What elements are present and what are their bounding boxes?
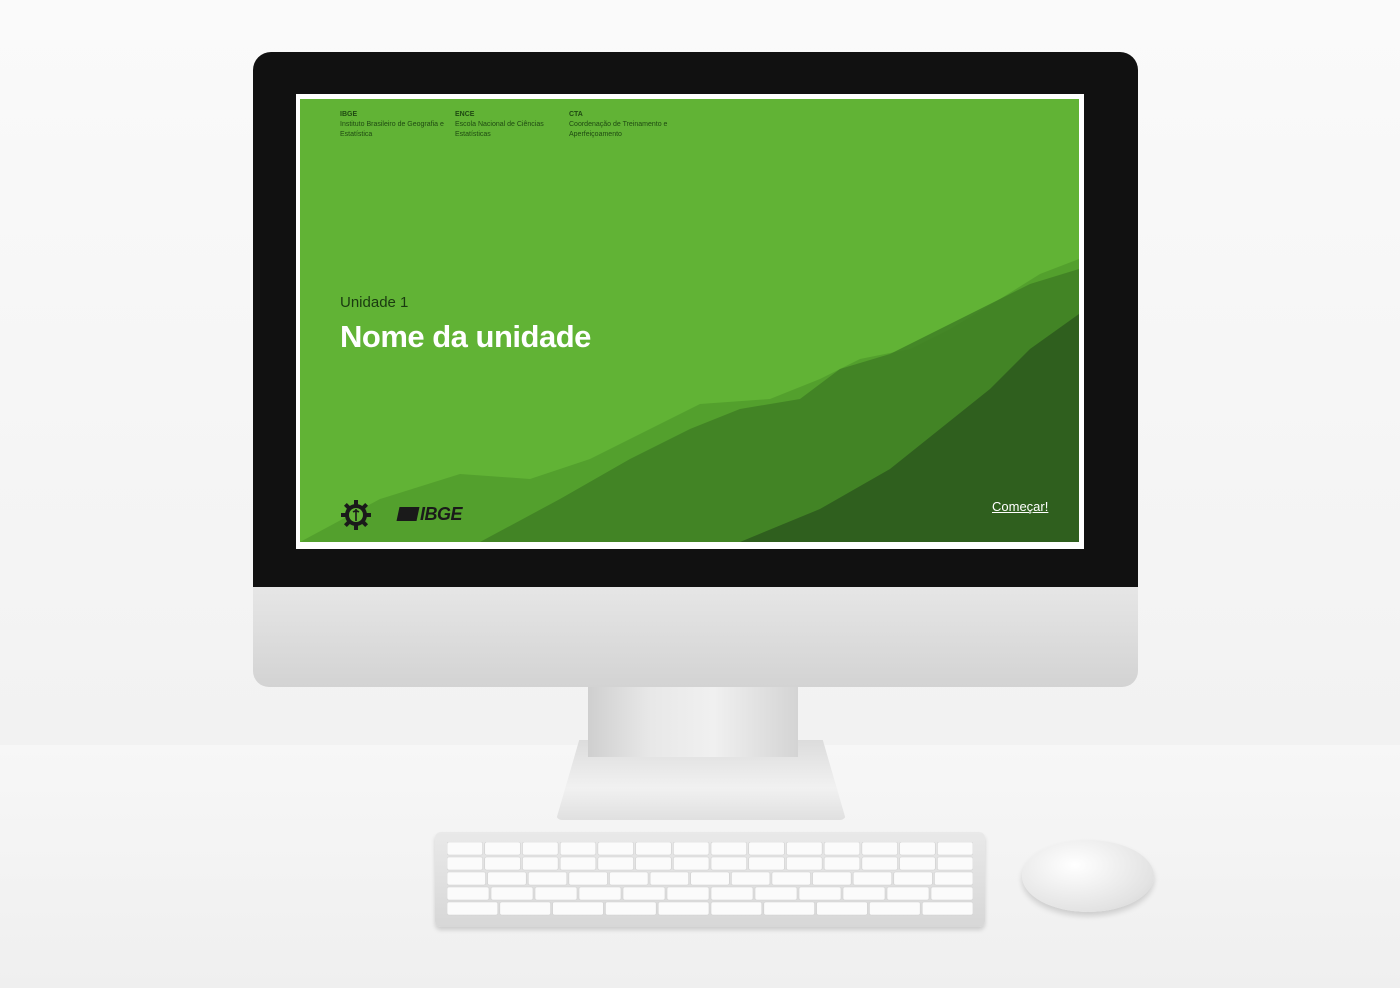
keyboard-key: [754, 886, 798, 901]
keyboard-key: [812, 871, 852, 886]
keyboard-key: [552, 901, 604, 916]
mouse: [1022, 840, 1154, 912]
keyboard-key: [635, 856, 672, 871]
keyboard-key: [936, 856, 973, 871]
keyboard-key: [609, 871, 649, 886]
ibge-logo: IBGE: [396, 504, 463, 525]
keyboard-key: [522, 856, 559, 871]
keyboard-key: [786, 842, 823, 856]
keyboard-key: [710, 856, 748, 871]
keyboard-key: [484, 856, 521, 871]
keyboard-key: [597, 842, 634, 856]
keyboard-key: [605, 901, 657, 916]
keyboard-key: [622, 886, 666, 901]
keyboard-key: [672, 842, 710, 856]
unit-label: Unidade 1: [340, 294, 409, 311]
keyboard-key: [921, 901, 973, 916]
keyboard-key: [447, 856, 484, 871]
monitor-chin: [253, 587, 1138, 687]
keyboard-key: [798, 886, 842, 901]
keyboard-key: [635, 842, 672, 856]
keyboard-key: [930, 886, 973, 901]
keyboard-key: [934, 871, 973, 886]
keyboard-key: [568, 871, 608, 886]
keyboard-key: [786, 856, 823, 871]
keyboard-key: [763, 901, 815, 916]
keyboard-key: [490, 886, 534, 901]
gear-emblem-icon: [341, 500, 371, 530]
keyboard-key: [559, 842, 597, 856]
keyboard-key: [899, 856, 936, 871]
keyboard-key: [771, 871, 811, 886]
keyboard-key: [559, 856, 597, 871]
slide: IBGE Instituto Brasileiro de Geografia e…: [300, 99, 1079, 542]
keyboard-key: [710, 842, 748, 856]
keyboard-key: [748, 856, 785, 871]
keyboard-key: [899, 842, 936, 856]
keyboard-key: [578, 886, 622, 901]
keyboard: [435, 832, 985, 927]
keyboard-key: [447, 842, 484, 856]
keyboard-key: [527, 871, 568, 886]
org-cta: CTA Coordenação de Treinamento e Aperfei…: [569, 110, 679, 140]
org-name: Instituto Brasileiro de Geografia e Esta…: [340, 121, 444, 138]
keyboard-key: [690, 871, 730, 886]
org-name: Escola Nacional de Ciências Estatísticas: [455, 121, 544, 138]
keyboard-key: [447, 901, 499, 916]
start-link[interactable]: Começar!: [992, 499, 1048, 514]
org-abbr: IBGE: [340, 111, 358, 118]
keyboard-key: [649, 871, 689, 886]
keyboard-key: [823, 856, 861, 871]
keyboard-key: [936, 842, 973, 856]
unit-title: Nome da unidade: [340, 319, 591, 354]
ibge-logo-text: IBGE: [420, 504, 463, 524]
keyboard-key: [852, 871, 893, 886]
keyboard-key: [731, 871, 771, 886]
keyboard-key: [869, 901, 921, 916]
keyboard-key: [710, 886, 754, 901]
org-abbr: CTA: [569, 111, 583, 118]
keyboard-key: [672, 856, 710, 871]
org-ibge: IBGE Instituto Brasileiro de Geografia e…: [340, 110, 450, 140]
keyboard-key: [657, 901, 710, 916]
keyboard-key: [597, 856, 634, 871]
keyboard-key: [816, 901, 868, 916]
ibge-mark-icon: [396, 507, 420, 521]
org-name: Coordenação de Treinamento e Aperfeiçoam…: [569, 121, 668, 138]
keyboard-key: [861, 842, 898, 856]
keyboard-key: [484, 842, 521, 856]
monitor-stand-neck: [588, 687, 798, 757]
keyboard-key: [748, 842, 785, 856]
keyboard-keys: [447, 842, 973, 916]
org-abbr: ENCE: [455, 111, 475, 118]
keyboard-key: [886, 886, 930, 901]
keyboard-key: [447, 886, 490, 901]
keyboard-key: [447, 871, 486, 886]
keyboard-key: [487, 871, 527, 886]
org-ence: ENCE Escola Nacional de Ciências Estatís…: [455, 110, 565, 140]
keyboard-key: [534, 886, 578, 901]
keyboard-key: [499, 901, 551, 916]
keyboard-key: [666, 886, 710, 901]
keyboard-key: [823, 842, 861, 856]
keyboard-key: [842, 886, 886, 901]
keyboard-key: [710, 901, 763, 916]
keyboard-key: [522, 842, 559, 856]
keyboard-key: [861, 856, 898, 871]
keyboard-key: [893, 871, 933, 886]
